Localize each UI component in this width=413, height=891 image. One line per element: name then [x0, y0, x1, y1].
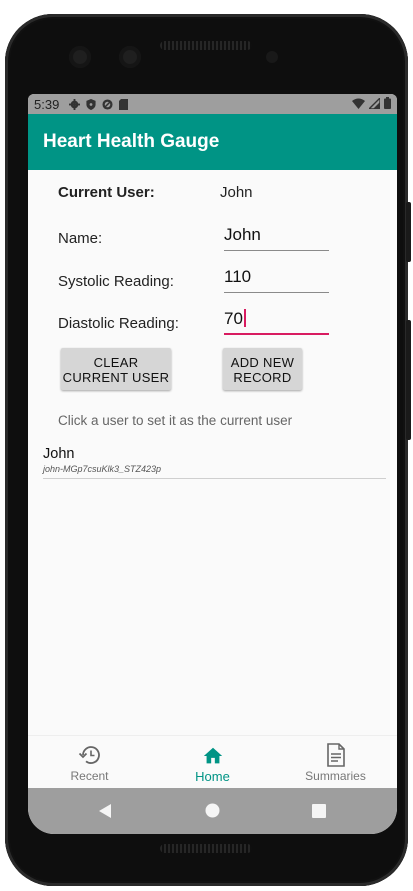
- name-label: Name:: [58, 230, 103, 247]
- home-circle-icon[interactable]: [205, 803, 220, 818]
- battery-icon: [384, 97, 391, 109]
- nav-label-recent: Recent: [70, 769, 109, 783]
- clear-current-user-button[interactable]: CLEAR CURRENT USER: [61, 348, 171, 390]
- shield-icon: [86, 98, 96, 110]
- add-new-record-button[interactable]: ADD NEW RECORD: [223, 348, 302, 390]
- phone-frame: 5:39 Heart Health Gauge Current User: Jo…: [5, 14, 411, 886]
- app-title: Heart Health Gauge: [43, 131, 220, 152]
- recents-icon[interactable]: [312, 804, 326, 818]
- power-button: [406, 202, 411, 262]
- signal-icon: [369, 97, 380, 109]
- front-camera-icon: [69, 46, 91, 68]
- clear-button-line1: CLEAR: [93, 355, 139, 370]
- add-button-line1: ADD NEW: [230, 355, 295, 370]
- device-screen: 5:39 Heart Health Gauge Current User: Jo…: [28, 94, 397, 834]
- user-name: John: [43, 446, 75, 462]
- bottom-navigation: Recent Home Summaries: [28, 735, 397, 788]
- current-user-value: John: [220, 184, 253, 201]
- nav-item-summaries[interactable]: Summaries: [274, 736, 397, 789]
- system-navigation-bar: [28, 788, 397, 834]
- front-camera-icon: [119, 46, 141, 68]
- bottom-speaker: [160, 844, 252, 853]
- systolic-input[interactable]: 110: [224, 263, 329, 293]
- diastolic-label: Diastolic Reading:: [58, 315, 179, 332]
- settings-icon: [69, 98, 81, 110]
- sd-card-icon: [119, 98, 129, 110]
- sync-icon: [102, 98, 113, 110]
- proximity-sensor: [266, 51, 278, 63]
- home-icon: [203, 747, 222, 764]
- nav-item-recent[interactable]: Recent: [28, 736, 151, 789]
- nav-label-home: Home: [195, 769, 230, 784]
- clear-button-line2: CURRENT USER: [62, 370, 170, 385]
- text-cursor: [243, 309, 246, 327]
- nav-label-summaries: Summaries: [305, 769, 366, 783]
- user-list-hint: Click a user to set it as the current us…: [58, 413, 293, 428]
- systolic-input-value: 110: [224, 267, 252, 286]
- earpiece-speaker: [160, 41, 252, 50]
- nav-item-home[interactable]: Home: [151, 736, 274, 789]
- status-time: 5:39: [34, 96, 60, 112]
- user-id: john-MGp7csuKlk3_STZ423p: [43, 464, 162, 474]
- wifi-icon: [352, 98, 365, 109]
- history-icon: [78, 746, 100, 764]
- name-input[interactable]: John: [224, 221, 329, 251]
- name-input-value: John: [224, 225, 261, 244]
- app-bar: Heart Health Gauge: [28, 114, 397, 170]
- status-bar: 5:39: [28, 94, 397, 114]
- document-icon: [326, 743, 345, 767]
- back-icon[interactable]: [98, 803, 112, 819]
- current-user-label: Current User:: [58, 184, 155, 201]
- volume-button: [406, 320, 411, 440]
- list-item[interactable]: John john-MGp7csuKlk3_STZ423p: [43, 446, 386, 479]
- diastolic-input-value: 70: [224, 309, 243, 328]
- systolic-label: Systolic Reading:: [58, 273, 174, 290]
- diastolic-input[interactable]: 70: [224, 305, 329, 335]
- add-button-line2: RECORD: [233, 370, 292, 385]
